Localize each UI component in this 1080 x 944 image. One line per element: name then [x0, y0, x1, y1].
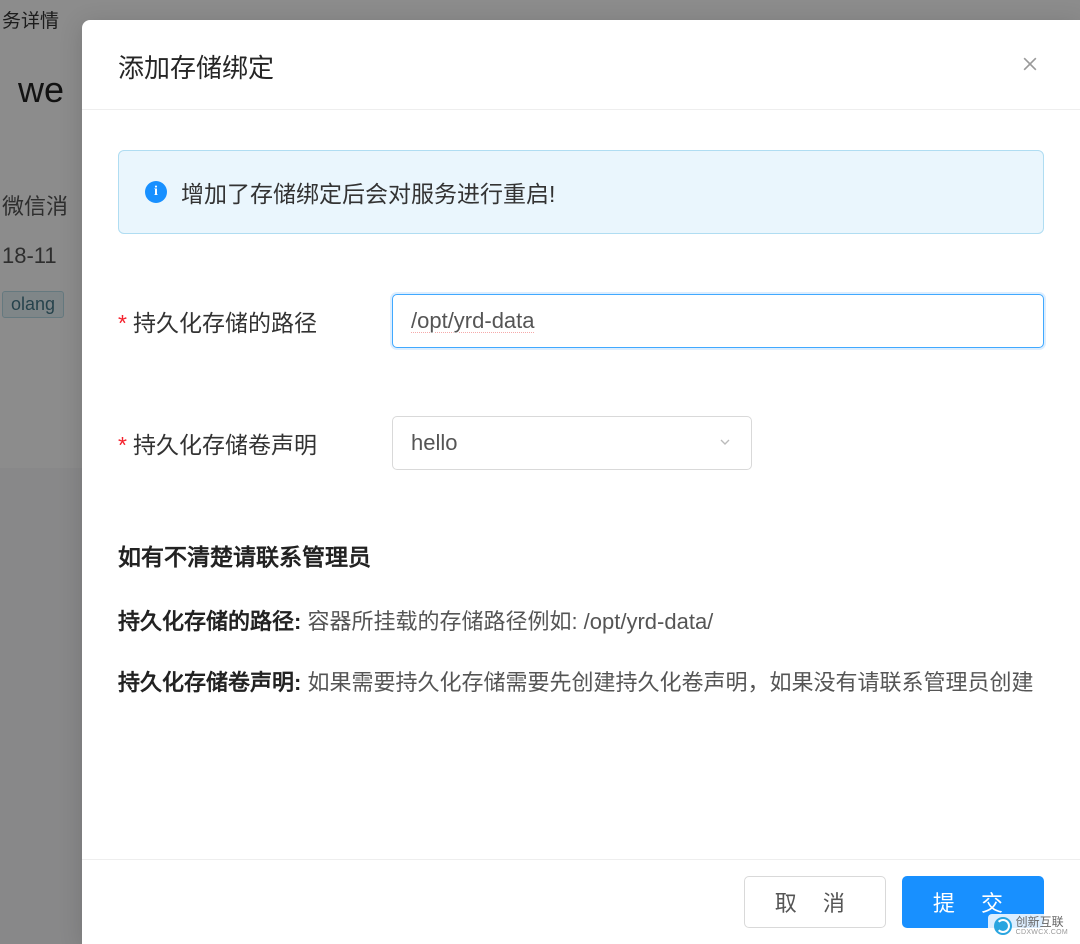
modal-header: 添加存储绑定 — [82, 20, 1080, 110]
pvc-select[interactable]: hello — [392, 416, 752, 470]
required-asterisk: * — [118, 310, 127, 336]
storage-binding-modal: 添加存储绑定 i 增加了存储绑定后会对服务进行重启! *持久化存储的路径 *持久… — [82, 20, 1080, 944]
modal-footer: 取 消 提 交 — [82, 859, 1080, 944]
watermark-sub: CDXWCX.COM — [1016, 929, 1068, 936]
required-asterisk: * — [118, 432, 127, 458]
watermark: 创新互联 CDXWCX.COM — [988, 914, 1074, 938]
watermark-main: 创新互联 — [1016, 916, 1068, 929]
modal-title: 添加存储绑定 — [118, 48, 274, 85]
modal-body: i 增加了存储绑定后会对服务进行重启! *持久化存储的路径 *持久化存储卷声明 … — [82, 110, 1080, 859]
alert-text: 增加了存储绑定后会对服务进行重启! — [181, 175, 555, 209]
pvc-label: *持久化存储卷声明 — [118, 426, 392, 460]
chevron-down-icon — [717, 430, 733, 456]
pvc-select-wrap: hello — [392, 416, 752, 470]
help-item-path: 持久化存储的路径: 容器所挂载的存储路径例如: /opt/yrd-data/ — [118, 602, 1044, 643]
form-row-path: *持久化存储的路径 — [118, 294, 1044, 348]
help-item-pvc: 持久化存储卷声明: 如果需要持久化存储需要先创建持久化卷声明，如果没有请联系管理… — [118, 663, 1044, 704]
cancel-button[interactable]: 取 消 — [744, 876, 886, 928]
info-icon: i — [145, 181, 167, 203]
close-button[interactable] — [1016, 53, 1044, 81]
help-heading: 如有不清楚请联系管理员 — [118, 538, 1044, 572]
path-label: *持久化存储的路径 — [118, 304, 392, 338]
form-row-pvc: *持久化存储卷声明 hello — [118, 416, 1044, 470]
info-alert: i 增加了存储绑定后会对服务进行重启! — [118, 150, 1044, 234]
help-section: 如有不清楚请联系管理员 持久化存储的路径: 容器所挂载的存储路径例如: /opt… — [118, 538, 1044, 703]
storage-path-input[interactable] — [392, 294, 1044, 348]
watermark-logo-icon — [994, 917, 1012, 935]
close-icon — [1020, 54, 1040, 79]
pvc-selected-value: hello — [411, 430, 457, 456]
